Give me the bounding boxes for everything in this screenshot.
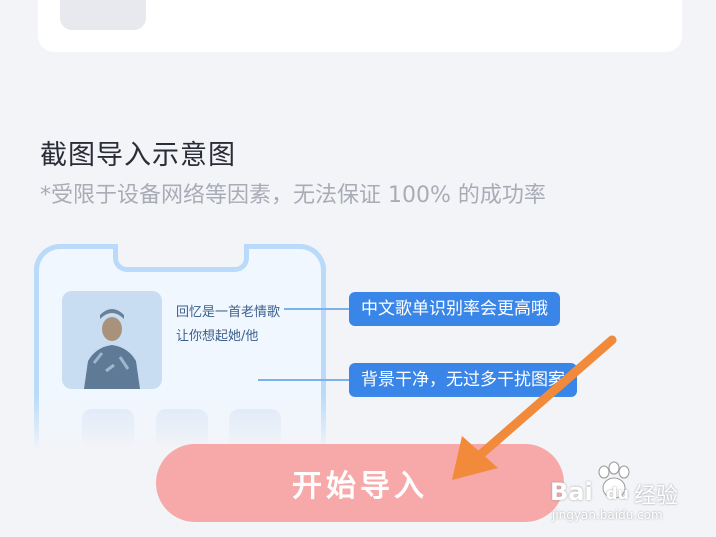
watermark-brand: Bai xyxy=(550,478,593,506)
annotation-arrow-icon xyxy=(452,335,617,480)
watermark-cn: 经验 xyxy=(634,484,679,509)
watermark-url: jingyan.baidu.com xyxy=(552,508,663,522)
baidu-watermark: Bai du 经验 jingyan.baidu.com xyxy=(548,458,708,528)
watermark-brand-tail: du xyxy=(606,484,629,503)
